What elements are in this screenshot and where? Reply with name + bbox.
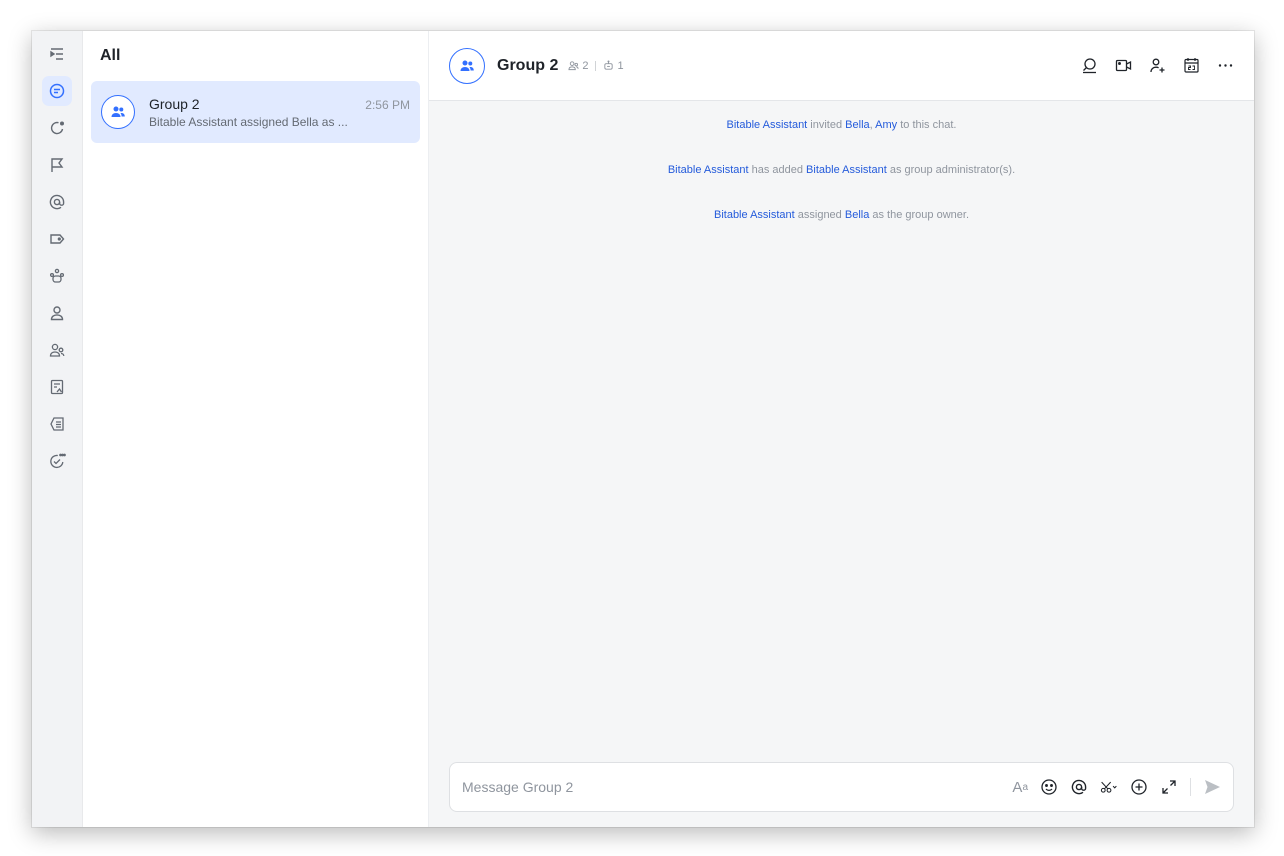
system-message: Bitable Assistant invited Bella, Amy to …: [429, 117, 1254, 133]
user-link[interactable]: Bella: [845, 119, 869, 131]
system-message: Bitable Assistant has added Bitable Assi…: [429, 162, 1254, 178]
group-icon: [111, 106, 125, 117]
bot-count-button[interactable]: 1: [603, 59, 624, 72]
flagged-button[interactable]: [42, 150, 72, 180]
more-icon: [1218, 64, 1233, 67]
chat-time: 2:56 PM: [365, 97, 410, 112]
more-button[interactable]: [1217, 57, 1234, 74]
message-text: invited: [807, 119, 846, 131]
emoji-icon: [1041, 779, 1057, 795]
conversation-title: Group 2: [497, 56, 559, 74]
header-actions: [1081, 57, 1234, 74]
expand-sidebar-icon: [50, 48, 63, 60]
unread-button[interactable]: [42, 409, 72, 439]
mentions-button[interactable]: [42, 187, 72, 217]
conversation-panel: Group 2 2 1 Bitable Assistant invited Be…: [429, 31, 1254, 827]
unread-icon: [50, 417, 64, 431]
member-count-button[interactable]: 2: [568, 60, 588, 72]
add-member-button[interactable]: [1149, 57, 1166, 74]
expand-sidebar-button[interactable]: [42, 39, 72, 69]
message-text: to this chat.: [897, 119, 957, 131]
member-count: 2: [582, 59, 589, 72]
messages-icon: [49, 83, 65, 99]
chat-preview: Bitable Assistant assigned Bella as ...: [149, 114, 348, 129]
message-text: assigned: [794, 209, 845, 221]
groups-icon: [49, 343, 65, 357]
user-link[interactable]: Bitable Assistant: [806, 164, 887, 176]
bot-icon: [604, 60, 614, 70]
header-stats: 2 1: [568, 59, 624, 72]
text-format-icon-small: a: [1022, 781, 1028, 793]
scissors-icon: [1100, 781, 1117, 793]
text-format-icon: A: [1012, 778, 1023, 796]
search-icon: [1083, 58, 1096, 74]
done-icon: [50, 453, 66, 469]
message-input[interactable]: Message Group 2: [462, 779, 573, 795]
flag-icon: [51, 158, 64, 172]
calendar-button[interactable]: [1183, 57, 1200, 74]
chat-list-item[interactable]: Group 2 2:56 PM Bitable Assistant assign…: [91, 81, 420, 143]
expand-editor-button[interactable]: [1160, 778, 1178, 796]
header-group-avatar[interactable]: [449, 47, 485, 84]
video-call-button[interactable]: [1115, 57, 1132, 74]
plus-circle-icon: [1131, 779, 1147, 795]
text-format-button[interactable]: Aa: [1012, 779, 1028, 796]
group-avatar: [101, 95, 135, 129]
user-link[interactable]: Bella: [845, 209, 869, 221]
messages-button[interactable]: [42, 76, 72, 106]
group-icon: [460, 60, 474, 71]
composer-toolbar: Aa: [1012, 778, 1221, 796]
contacts-button[interactable]: [42, 298, 72, 328]
message-text: as the group owner.: [869, 209, 970, 221]
calendar-icon: [1184, 58, 1199, 73]
send-icon: [1205, 780, 1220, 794]
user-link[interactable]: Amy: [875, 119, 897, 131]
left-rail: [32, 31, 83, 827]
labels-button[interactable]: [42, 224, 72, 254]
mention-icon: [1071, 779, 1087, 795]
video-call-icon: [1115, 59, 1132, 72]
add-attachment-button[interactable]: [1130, 778, 1148, 796]
message-text: has added: [748, 164, 807, 176]
members-icon: [568, 61, 579, 71]
docs-button[interactable]: [42, 372, 72, 402]
groups-button[interactable]: [42, 335, 72, 365]
stat-divider: [595, 60, 597, 71]
chat-list-panel: All Group 2 2:56 PM Bitable Assistant as…: [83, 31, 429, 827]
mention-button[interactable]: [1070, 778, 1088, 796]
screenshot-button[interactable]: [1100, 778, 1118, 796]
system-message: Bitable Assistant assigned Bella as the …: [429, 207, 1254, 223]
docs-icon: [50, 379, 64, 395]
search-button[interactable]: [1081, 57, 1098, 74]
done-button[interactable]: [42, 446, 72, 476]
updates-icon: [50, 121, 64, 135]
app-window: All Group 2 2:56 PM Bitable Assistant as…: [32, 31, 1254, 827]
expand-icon: [1162, 780, 1176, 794]
contacts-icon: [50, 306, 64, 321]
user-link[interactable]: Bitable Assistant: [727, 119, 808, 131]
user-link[interactable]: Bitable Assistant: [714, 209, 795, 221]
tag-icon: [50, 234, 65, 244]
toolbar-divider: [1190, 778, 1191, 796]
send-button[interactable]: [1203, 778, 1221, 796]
bots-button[interactable]: [42, 261, 72, 291]
updates-button[interactable]: [42, 113, 72, 143]
message-text: as group administrator(s).: [886, 164, 1016, 176]
mention-icon: [49, 194, 65, 210]
add-member-icon: [1150, 58, 1165, 73]
user-link[interactable]: Bitable Assistant: [668, 164, 749, 176]
bot-count: 1: [617, 59, 624, 72]
chat-list-title: All: [100, 47, 121, 64]
conversation-header: Group 2 2 1: [429, 31, 1254, 101]
message-area: Bitable Assistant invited Bella, Amy to …: [429, 101, 1254, 252]
bots-icon: [49, 268, 65, 283]
emoji-button[interactable]: [1040, 778, 1058, 796]
chat-name: Group 2: [149, 95, 200, 112]
message-composer[interactable]: Message Group 2 Aa: [449, 762, 1234, 812]
